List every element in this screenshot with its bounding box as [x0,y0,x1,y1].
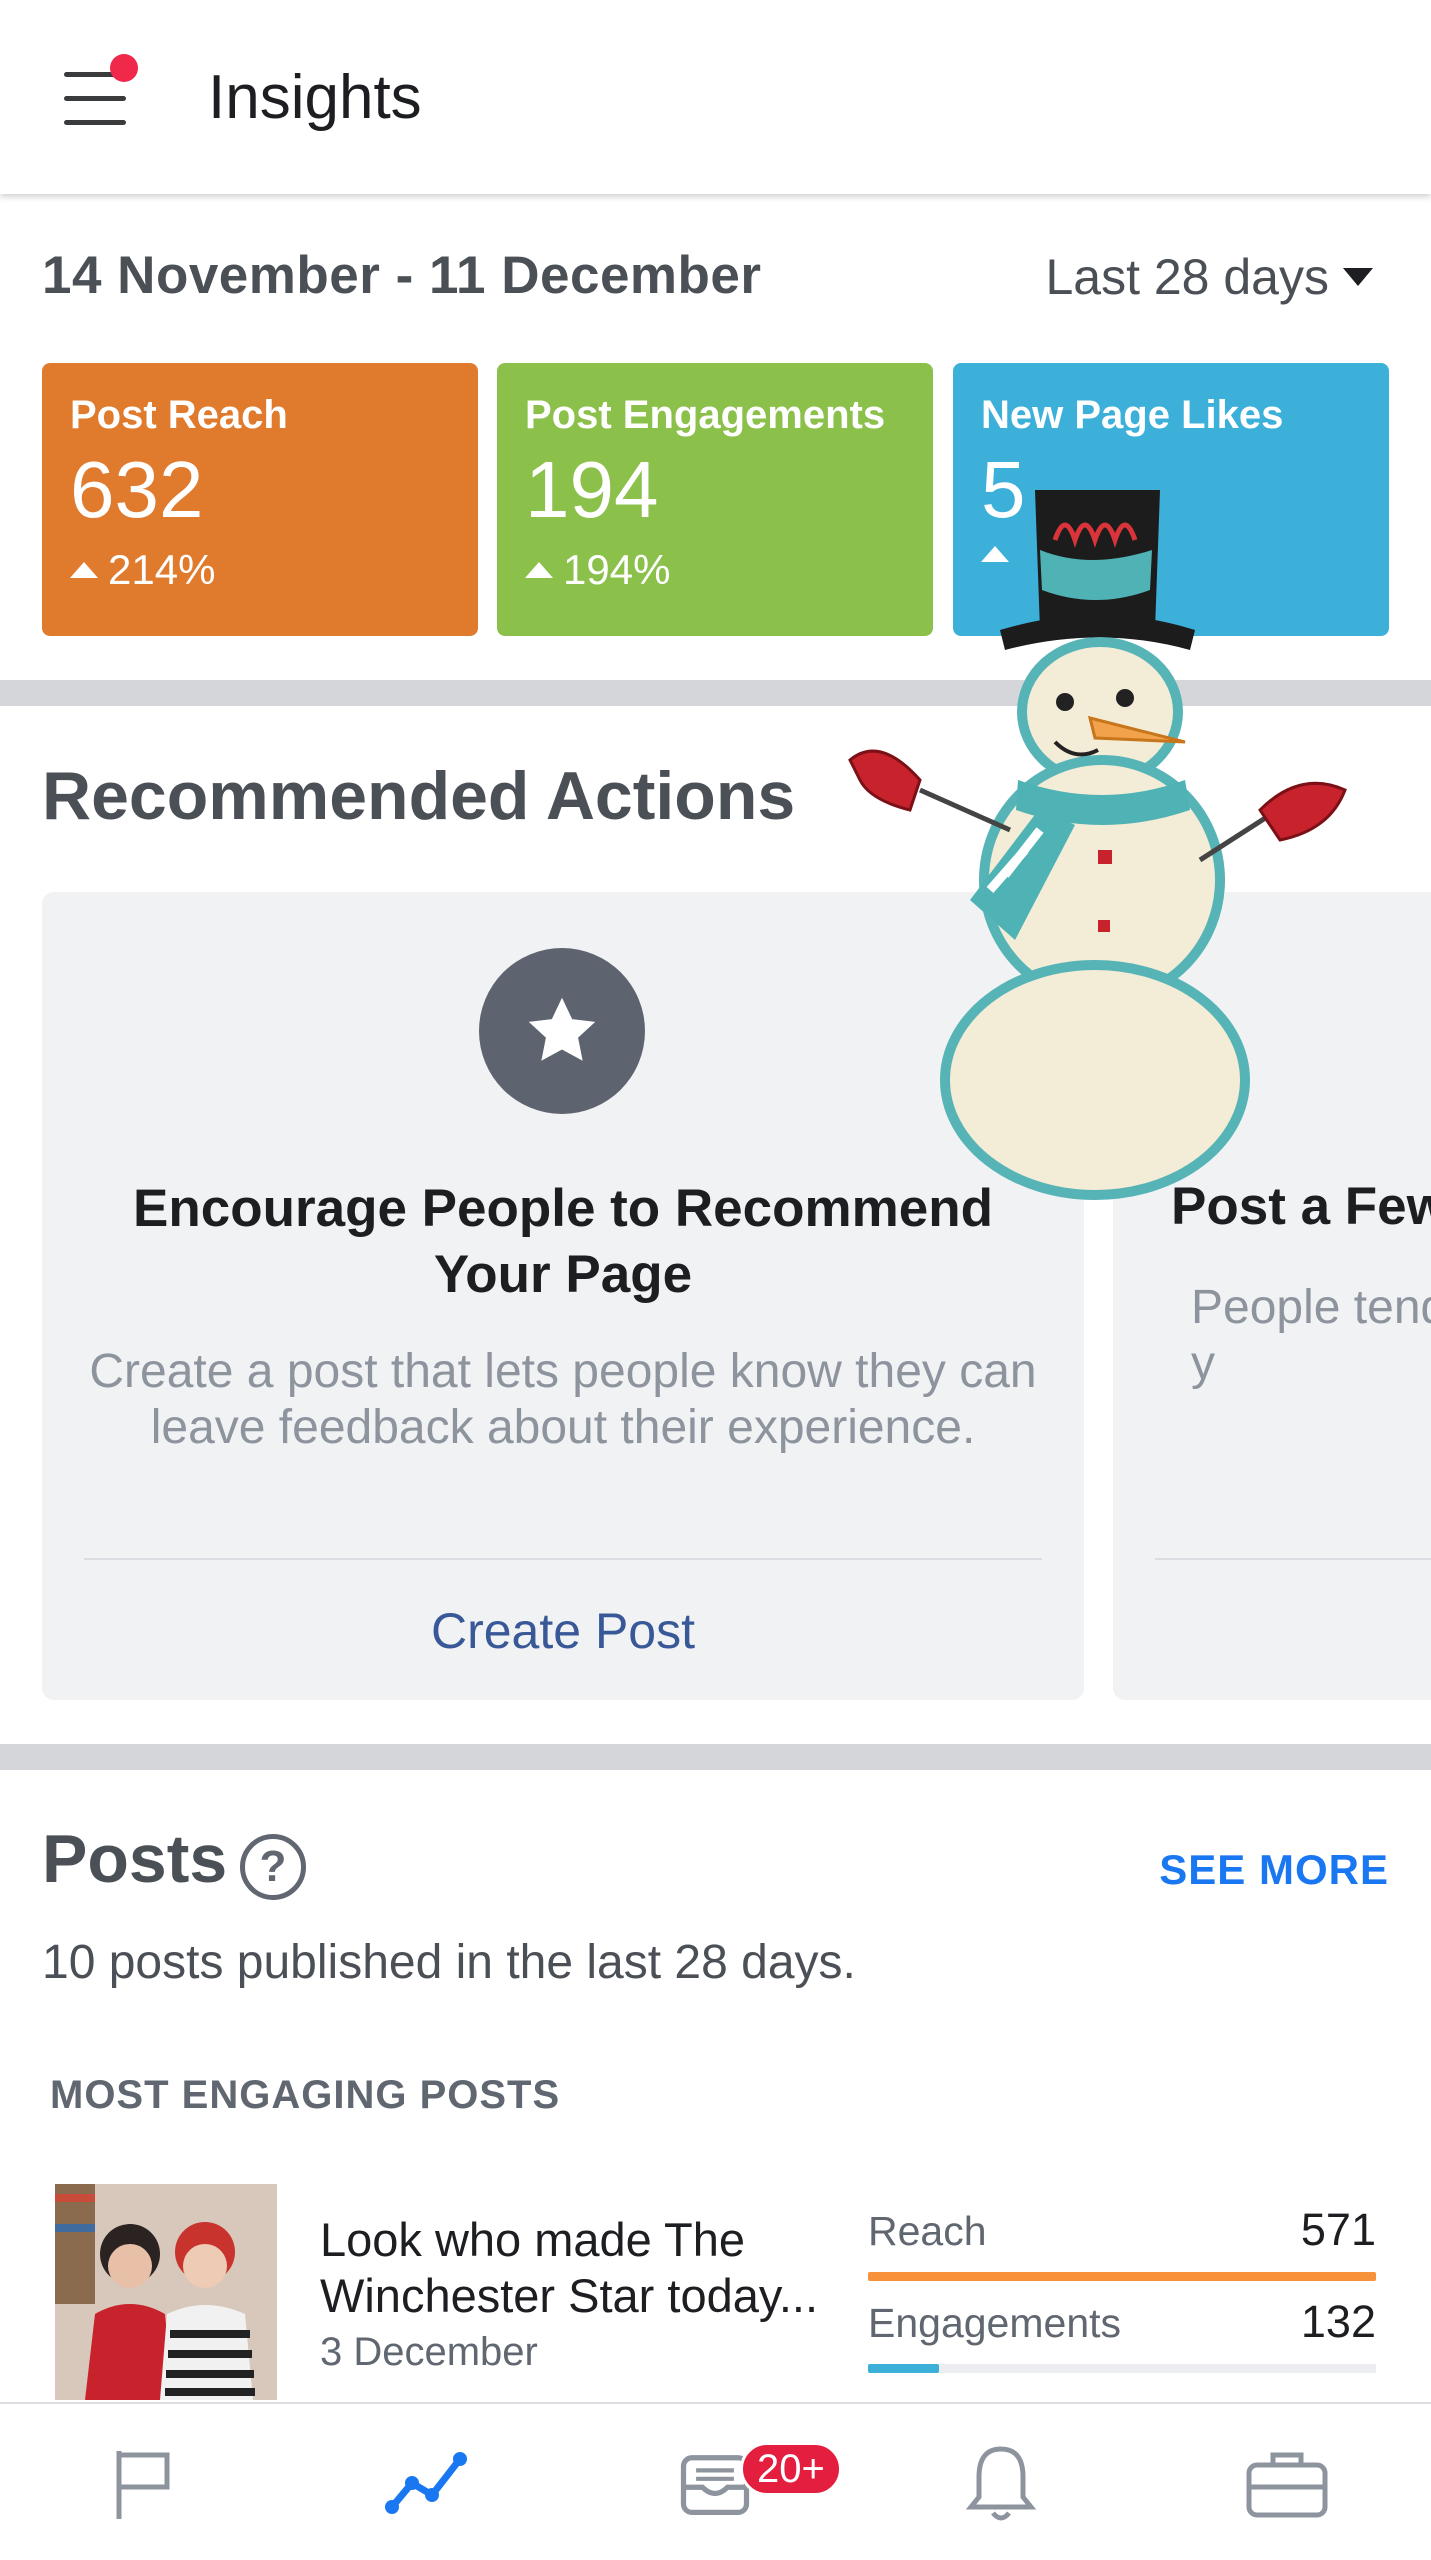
period-dropdown[interactable]: Last 28 days [1045,248,1373,306]
stat-change-value: 214% [108,546,216,593]
star-icon [479,948,645,1114]
see-more-link[interactable]: SEE MORE [1159,1846,1389,1894]
create-post-button[interactable]: Create Post [42,1602,1084,1660]
briefcase-icon [1246,2452,1328,2518]
help-icon[interactable]: ? [240,1834,306,1900]
post-date: 3 December [320,2330,538,2374]
nav-insights-icon[interactable] [286,2404,572,2560]
arrow-up-icon [525,562,553,578]
recommended-actions-title: Recommended Actions [42,758,796,834]
bell-icon [965,2446,1037,2521]
post-title: Look who made The Winchester Star today.… [320,2213,819,2322]
stat-label: New Page Likes [981,393,1284,437]
star-glyph [528,997,596,1061]
most-engaging-posts-header: MOST ENGAGING POSTS [50,2073,561,2117]
page-title: Insights [208,63,422,132]
top-bar: Insights [0,0,1431,194]
date-range-label: 14 November - 11 December [42,246,762,305]
card-divider [84,1558,1042,1560]
section-divider [0,1744,1431,1770]
inbox-badge: 20+ [740,2442,842,2496]
engagements-value: 132 [1300,2296,1376,2347]
post-row[interactable]: Look who made The Winchester Star today.… [0,2180,1431,2400]
reach-label: Reach [868,2208,987,2254]
stat-value: 632 [70,445,204,534]
flag-icon [116,2451,170,2519]
recommendation-description: Create a post that lets people know they… [89,1345,1037,1454]
notification-dot [110,54,138,82]
stat-card-post-reach[interactable]: Post Reach 632 214% [42,363,478,636]
engagements-bar [868,2364,1376,2373]
stat-label: Post Reach [70,393,288,437]
snowman-sticker [848,490,1347,1200]
nav-tools-icon[interactable] [1144,2404,1430,2560]
arrow-up-icon [70,562,98,578]
reach-value: 571 [1300,2204,1376,2255]
engagements-label: Engagements [868,2300,1122,2346]
nav-flag-icon[interactable] [0,2404,286,2560]
post-thumbnail [55,2184,277,2400]
reach-bar-fill [868,2272,1376,2281]
menu-bar-line [64,96,126,101]
menu-bar-line [64,120,126,125]
stat-label: Post Engagements [525,393,886,437]
insights-graph-icon [385,2452,467,2514]
bottom-navigation: 20+ [0,2402,1431,2560]
posts-summary: 10 posts published in the last 28 days. [42,1936,856,1989]
engagements-bar-fill [868,2364,940,2373]
stat-change: 214% [70,546,450,594]
period-label: Last 28 days [1045,249,1329,305]
stat-change-value: 194% [563,546,671,593]
card-divider [1155,1558,1431,1560]
recommendation-description: People tend like y [1191,1281,1431,1390]
nav-notifications-icon[interactable] [858,2404,1144,2560]
posts-title: Posts [42,1821,228,1897]
caret-down-icon [1343,268,1373,286]
post-photo [55,2184,277,2400]
reach-bar [868,2272,1376,2281]
